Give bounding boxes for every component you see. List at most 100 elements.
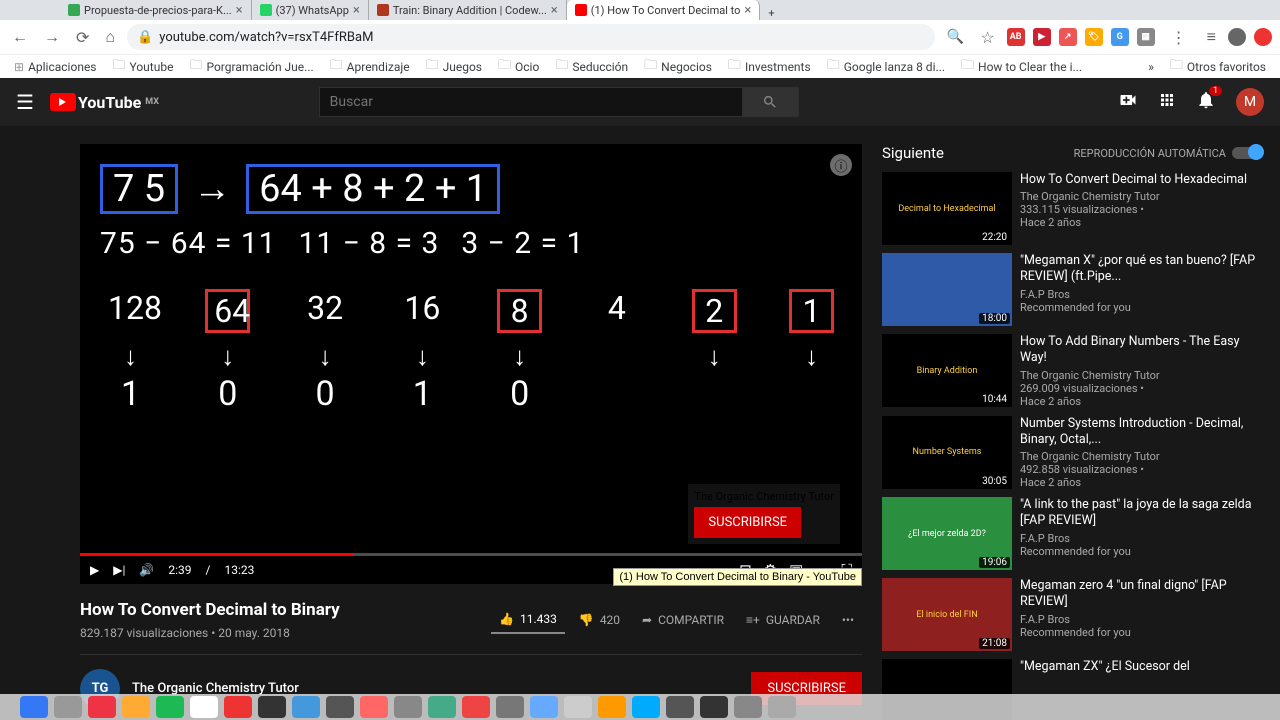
autoplay-toggle[interactable] bbox=[1232, 147, 1262, 159]
bookmark-item[interactable]: 🗀How to Clear the i... bbox=[955, 54, 1088, 80]
volume-icon[interactable]: 🔊 bbox=[139, 563, 154, 577]
recommendation-item[interactable]: ¿El mejor zelda 2D? 19:06 "A link to the… bbox=[882, 497, 1262, 570]
dock-app[interactable] bbox=[20, 696, 48, 718]
recommendations: Decimal to Hexadecimal 22:20 How To Conv… bbox=[882, 172, 1262, 720]
bookmark-item[interactable]: 🗀Negocios bbox=[638, 54, 718, 80]
other-bookmarks[interactable]: 🗀Otros favoritos bbox=[1164, 54, 1272, 80]
ext-icon-1[interactable]: AB bbox=[1007, 28, 1025, 46]
down-arrow-icon: ↓ bbox=[692, 341, 737, 372]
tabs-row: Propuesta-de-precios-para-K...×(37) What… bbox=[0, 0, 1280, 20]
hamburger-icon[interactable]: ☰ bbox=[16, 90, 34, 114]
search-button[interactable] bbox=[743, 87, 799, 117]
rec-meta: Recommended for you bbox=[1020, 545, 1262, 558]
notifications-icon[interactable]: 1 bbox=[1196, 90, 1216, 115]
create-icon[interactable] bbox=[1118, 90, 1138, 115]
star-icon[interactable]: ☆ bbox=[976, 24, 998, 51]
close-icon[interactable]: × bbox=[744, 3, 751, 18]
video-player[interactable]: ⓘ 7 5 → 64 + 8 + 2 + 1 75 − 64 = 11 11 −… bbox=[80, 144, 862, 584]
overlay-subscribe-button[interactable]: SUSCRIBIRSE bbox=[694, 507, 801, 538]
browser-tab[interactable]: Train: Binary Addition | Codew...× bbox=[369, 0, 567, 20]
dock-app[interactable] bbox=[326, 696, 354, 718]
dock-app[interactable] bbox=[734, 696, 762, 718]
down-arrow-icon: ↓ bbox=[303, 341, 348, 372]
recommendation-item[interactable]: Binary Addition 10:44 How To Add Binary … bbox=[882, 334, 1262, 408]
dock-app[interactable] bbox=[598, 696, 626, 718]
dock-app[interactable] bbox=[54, 696, 82, 718]
dock-app[interactable] bbox=[564, 696, 592, 718]
like-button[interactable]: 👍 11.433 bbox=[491, 606, 565, 634]
address-bar[interactable]: 🔒 youtube.com/watch?v=rsxT4FfRBaM bbox=[127, 24, 935, 50]
dock-app[interactable] bbox=[190, 696, 218, 718]
bookmark-item[interactable]: 🗀Juegos bbox=[420, 54, 488, 80]
ext-icon-4[interactable]: 🏷 bbox=[1085, 28, 1103, 46]
recommendation-item[interactable]: 18:00 "Megaman X" ¿por qué es tan bueno?… bbox=[882, 253, 1262, 326]
bookmark-item[interactable]: 🗀Aprendizaje bbox=[324, 54, 416, 80]
browser-tab[interactable]: (1) How To Convert Decimal to× bbox=[567, 0, 761, 20]
ext-icon-2[interactable]: ▶ bbox=[1033, 28, 1051, 46]
board-eq2: 11 − 8 = 3 bbox=[299, 226, 440, 261]
apps-icon[interactable] bbox=[1158, 91, 1176, 114]
more-button[interactable]: ••• bbox=[834, 607, 862, 633]
search-icon[interactable]: 🔍 bbox=[943, 25, 968, 49]
favicon bbox=[68, 4, 80, 16]
search-input[interactable] bbox=[319, 87, 743, 117]
profile-icon[interactable] bbox=[1228, 28, 1246, 46]
recommendation-item[interactable]: Decimal to Hexadecimal 22:20 How To Conv… bbox=[882, 172, 1262, 245]
bookmark-item[interactable]: 🗀Youtube bbox=[107, 54, 180, 80]
next-button[interactable]: ▶| bbox=[113, 563, 125, 577]
video-meta: 829.187 visualizaciones • 20 may. 2018 bbox=[80, 626, 290, 640]
bookmark-item[interactable]: 🗀Google lanza 8 di... bbox=[821, 54, 951, 80]
dock-app[interactable] bbox=[156, 696, 184, 718]
dock-app[interactable] bbox=[632, 696, 660, 718]
dock-app[interactable] bbox=[394, 696, 422, 718]
user-avatar[interactable]: M bbox=[1236, 88, 1264, 116]
ext-icon-7[interactable] bbox=[1254, 28, 1272, 46]
dock-app[interactable] bbox=[768, 696, 796, 718]
tab-list-icon[interactable]: ≡ bbox=[1203, 23, 1220, 51]
save-button[interactable]: ≡+ GUARDAR bbox=[738, 607, 828, 633]
dock-app[interactable] bbox=[700, 696, 728, 718]
dislike-button[interactable]: 👎 420 bbox=[571, 607, 628, 633]
bit-output: 1 bbox=[108, 374, 153, 414]
recommendation-item[interactable]: El inicio del FIN 21:08 Megaman zero 4 "… bbox=[882, 578, 1262, 651]
dock-app[interactable] bbox=[496, 696, 524, 718]
dock-app[interactable] bbox=[428, 696, 456, 718]
new-tab-button[interactable]: + bbox=[760, 7, 782, 20]
ext-icon-3[interactable]: ↗ bbox=[1059, 28, 1077, 46]
dock-app[interactable] bbox=[360, 696, 388, 718]
dock-app[interactable] bbox=[292, 696, 320, 718]
apps-shortcut[interactable]: ⊞ Aplicaciones bbox=[8, 58, 103, 76]
close-icon[interactable]: × bbox=[551, 3, 558, 18]
dock-app[interactable] bbox=[88, 696, 116, 718]
back-button[interactable]: ← bbox=[8, 23, 32, 51]
dock-app[interactable] bbox=[462, 696, 490, 718]
browser-tab[interactable]: (37) WhatsApp× bbox=[252, 0, 369, 20]
ext-icon-6[interactable]: ▦ bbox=[1137, 28, 1155, 46]
dock-app[interactable] bbox=[530, 696, 558, 718]
ext-icon-5[interactable]: G bbox=[1111, 28, 1129, 46]
bookmark-item[interactable]: 🗀Seducción bbox=[549, 54, 634, 80]
dock-app[interactable] bbox=[666, 696, 694, 718]
autoplay-control[interactable]: REPRODUCCIÓN AUTOMÁTICA bbox=[1074, 147, 1262, 160]
reload-button[interactable]: ⟳ bbox=[72, 24, 93, 51]
forward-button[interactable]: → bbox=[40, 23, 64, 51]
ext-more[interactable]: ⋮ bbox=[1167, 24, 1191, 51]
bit-value: 4 bbox=[594, 289, 639, 333]
play-button[interactable]: ▶ bbox=[90, 563, 99, 577]
down-arrow-icon: ↓ bbox=[108, 341, 153, 372]
recommendation-item[interactable]: Number Systems 30:05 Number Systems Intr… bbox=[882, 416, 1262, 490]
bookmark-item[interactable]: 🗀Ocio bbox=[492, 54, 545, 80]
bookmark-item[interactable]: 🗀Porgramación Jue... bbox=[183, 54, 319, 80]
dock-app[interactable] bbox=[258, 696, 286, 718]
close-icon[interactable]: × bbox=[353, 3, 360, 18]
youtube-logo[interactable]: YouTube MX bbox=[50, 93, 159, 112]
bookmark-item[interactable]: 🗀Investments bbox=[722, 54, 817, 80]
share-button[interactable]: ➦ COMPARTIR bbox=[634, 607, 732, 633]
title-tooltip: (1) How To Convert Decimal to Binary - Y… bbox=[613, 568, 862, 586]
close-icon[interactable]: × bbox=[236, 3, 243, 18]
home-button[interactable]: ⌂ bbox=[101, 23, 119, 51]
dock-app[interactable] bbox=[224, 696, 252, 718]
bit-value: 32 bbox=[303, 289, 348, 333]
dock-app[interactable] bbox=[122, 696, 150, 718]
browser-tab[interactable]: Propuesta-de-precios-para-K...× bbox=[60, 0, 252, 20]
